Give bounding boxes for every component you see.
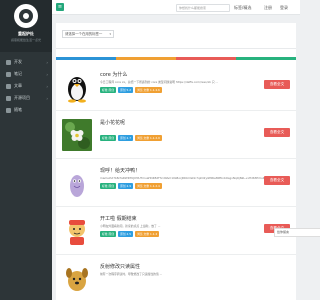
note-icon [6, 71, 11, 77]
tag-select-value: 请选择一个在用的标签一 [65, 32, 103, 36]
panel-header: 请选择一个在用的标签一 ▾ [56, 23, 296, 49]
item-title[interactable]: core 为什么 [100, 71, 127, 78]
stripe-segment [236, 57, 296, 60]
sidebar-nav: 开发 › 笔记 › 文章 › 开源项目 › 随笔 [0, 56, 52, 116]
github-icon [6, 95, 11, 101]
item-description: 小明在外面看新闻，新家的点点 上班啦，放了 ... [100, 224, 161, 228]
item-tags: 标准 原创 原创 2.9 浏览 文章 1.1.2.4 [100, 183, 162, 189]
sidebar-item-label: 开源项目 [14, 95, 30, 100]
register-link[interactable]: 注册 [264, 4, 272, 12]
sidebar: 重起炉灶 感恩和能给生活一点光 开发 › 笔记 › 文章 › 开源项目 › 随笔 [0, 0, 52, 300]
article-list: core 为什么 今日工程师 core xx，总结一下所遇到的 core 类型问… [56, 63, 296, 300]
read-more-button[interactable]: 查看全文 [264, 176, 290, 185]
tag-badge: 标准 原创 [100, 183, 117, 189]
code-icon [6, 59, 11, 65]
stripe-segment [176, 57, 236, 60]
tag-badge: 原创 2.5 [118, 231, 134, 237]
sidebar-item-label: 随笔 [14, 107, 22, 112]
sidebar-item-label: 文章 [14, 83, 22, 88]
sidebar-item-dev[interactable]: 开发 › [0, 56, 52, 68]
tag-badge: 浏览 文章 1.1.4 [135, 231, 160, 237]
cartoon-thumbnail [62, 215, 92, 247]
tag-badge: 浏览 文章 1.1.4.6 [135, 87, 162, 93]
item-title[interactable]: 是小花花呢 [100, 119, 125, 126]
chevron-right-icon: › [46, 59, 48, 65]
brand-name: 重起炉灶 [18, 31, 34, 36]
brand-subtitle: 感恩和能给生活一点光 [10, 38, 41, 42]
tag-select[interactable]: 请选择一个在用的标签一 ▾ [62, 30, 114, 38]
sidebar-item-opensource[interactable]: 开源项目 › [0, 92, 52, 104]
tag-badge: 标准 原创 [100, 87, 117, 93]
item-tags: 标准 原创 原创 2.5 浏览 文章 1.1.4 [100, 231, 160, 237]
brand: 重起炉灶 感恩和能给生活一点光 [0, 0, 52, 52]
sidebar-item-essays[interactable]: 随笔 [0, 104, 52, 116]
item-tags: 标准 原创 原创 2.7 浏览 文章 1.1.2.9 [100, 135, 162, 141]
sidebar-item-label: 开发 [14, 59, 22, 64]
item-title[interactable]: 现呼！给天冲鸭！ [100, 167, 140, 174]
tag-badge: 原创 2.7 [118, 135, 134, 141]
dog-thumbnail [62, 263, 92, 295]
list-item[interactable]: core 为什么 今日工程师 core xx，总结一下所遇到的 core 类型问… [56, 63, 296, 111]
list-item[interactable]: 反射修改只读属性 前有一次程序调试时，导致修改了只读属性的值 ... [56, 255, 296, 300]
sidebar-item-label: 笔记 [14, 71, 22, 76]
pen-icon [6, 107, 11, 113]
cartoon-thumbnail [62, 167, 92, 199]
document-icon [6, 83, 11, 89]
color-stripe [56, 57, 296, 60]
tags-link[interactable]: 标签/精选 [234, 4, 251, 12]
linux-penguin-thumbnail [62, 71, 92, 103]
tag-badge: 原创 5.2 [118, 87, 134, 93]
stripe-segment [56, 57, 116, 60]
menu-toggle-button[interactable]: ≡ [56, 3, 64, 11]
login-link[interactable]: 登录 [280, 4, 288, 12]
item-title[interactable]: 反射修改只读属性 [100, 263, 140, 270]
list-item[interactable]: 是小花花呢 标准 原创 原创 2.7 浏览 文章 1.1.2.9 查看全文 [56, 111, 296, 159]
logo[interactable] [14, 4, 38, 28]
item-tags: 标准 原创 原创 5.2 浏览 文章 1.1.4.6 [100, 87, 162, 93]
sidebar-item-notes[interactable]: 笔记 › [0, 68, 52, 80]
chevron-right-icon: › [46, 95, 48, 101]
tag-badge: 标准 原创 [100, 231, 117, 237]
list-item[interactable]: 开工啦 假期结束 小明在外面看新闻，新家的点点 上班啦，放了 ... 标准 原创… [56, 207, 296, 255]
article-panel: 请选择一个在用的标签一 ▾ core 为什么 今日工程师 core xx，总结一… [56, 23, 296, 300]
item-description: mameihd7b8cfaDWR7KJ03IUTmuaHD4B2F3cd9Am1… [100, 176, 278, 180]
tag-badge: 浏览 文章 1.1.2.9 [135, 135, 162, 141]
list-item[interactable]: 现呼！给天冲鸭！ mameihd7b8cfaDWR7KJ03IUTmuaHD4B… [56, 159, 296, 207]
message-button[interactable]: 给你留言 [274, 228, 320, 237]
item-description: 今日工程师 core xx，总结一下所遇到的 core 类型问题说明 https… [100, 80, 219, 84]
flower-thumbnail [62, 119, 92, 151]
sidebar-item-articles[interactable]: 文章 › [0, 80, 52, 92]
tag-badge: 标准 原创 [100, 135, 117, 141]
search-input[interactable]: 你想找什么都能搜索 [176, 4, 230, 12]
top-header: ≡ 你想找什么都能搜索 标签/精选 注册 登录 [52, 0, 300, 15]
item-description: 前有一次程序调试时，导致修改了只读属性的值 ... [100, 272, 163, 276]
tag-badge: 原创 2.9 [118, 183, 134, 189]
chevron-right-icon: › [46, 71, 48, 77]
stripe-segment [116, 57, 176, 60]
main-content: 请选择一个在用的标签一 ▾ core 为什么 今日工程师 core xx，总结一… [52, 15, 320, 300]
chevron-down-icon: ▾ [109, 32, 111, 36]
item-title[interactable]: 开工啦 假期结束 [100, 215, 137, 222]
read-more-button[interactable]: 查看全文 [264, 128, 290, 137]
tag-badge: 浏览 文章 1.1.2.4 [135, 183, 162, 189]
chevron-right-icon: › [46, 83, 48, 89]
read-more-button[interactable]: 查看全文 [264, 80, 290, 89]
